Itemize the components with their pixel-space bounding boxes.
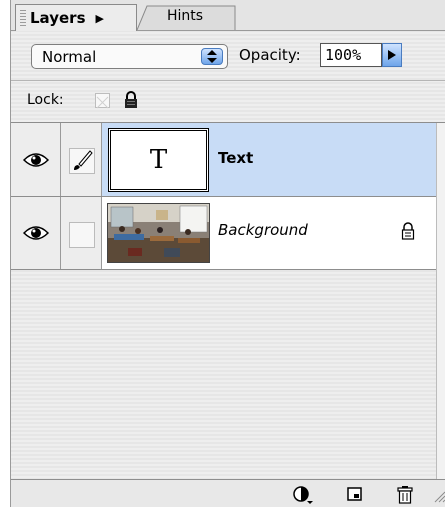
divider <box>11 80 445 81</box>
trash-icon[interactable] <box>397 486 413 507</box>
lock-label: Lock: <box>27 92 64 108</box>
empty-link-box <box>69 222 95 248</box>
layer-name[interactable]: Background <box>218 221 308 239</box>
eye-icon <box>22 226 49 240</box>
brush-icon <box>69 148 95 174</box>
layer-name[interactable]: Text <box>218 149 253 167</box>
layer-thumbnail: T <box>108 128 209 192</box>
eye-icon <box>22 152 49 167</box>
tab-layers-label: Layers <box>30 9 86 27</box>
layer-thumbnail <box>107 203 210 263</box>
tab-hints-label: Hints <box>167 8 204 24</box>
blend-mode-select[interactable]: Normal <box>31 44 228 69</box>
tab-layers[interactable]: Layers ▶ <box>15 4 137 31</box>
opacity-label: Opacity: <box>239 46 301 64</box>
tab-bar: Layers ▶ Hints <box>11 0 445 31</box>
new-layer-icon[interactable] <box>347 486 363 506</box>
layer-link-toggle[interactable] <box>61 197 102 269</box>
palette-grip[interactable] <box>20 10 26 26</box>
opacity-value: 100% <box>325 46 362 64</box>
lock-transparency-checkbox-icon[interactable] <box>95 93 110 109</box>
adjustment-layer-icon[interactable] <box>293 486 317 507</box>
tab-hints[interactable]: Hints <box>137 4 237 31</box>
layer-row-background[interactable]: Background <box>11 197 436 270</box>
text-layer-glyph: T <box>149 145 168 175</box>
opacity-input[interactable]: 100% <box>320 43 382 67</box>
layers-scrollbar[interactable] <box>436 123 445 479</box>
blend-mode-value: Normal <box>42 47 97 66</box>
layer-link-toggle[interactable] <box>61 123 102 196</box>
layer-visibility-toggle[interactable] <box>11 197 61 269</box>
blend-mode-stepper-icon[interactable] <box>201 48 223 65</box>
layer-visibility-toggle[interactable] <box>11 123 61 196</box>
layers-palette: Layers ▶ Hints Normal Opacity: 100% Lock… <box>10 0 445 507</box>
palette-footer <box>11 479 445 507</box>
resize-grip-icon[interactable] <box>432 488 445 507</box>
classroom-photo-thumbnail <box>108 204 209 262</box>
opacity-slider-arrow-icon[interactable] <box>382 43 402 67</box>
palette-menu-arrow-icon[interactable]: ▶ <box>96 12 104 25</box>
lock-all-icon[interactable] <box>124 91 138 113</box>
layer-lock-icon <box>401 222 415 244</box>
layer-row-text[interactable]: T Text <box>11 123 436 197</box>
